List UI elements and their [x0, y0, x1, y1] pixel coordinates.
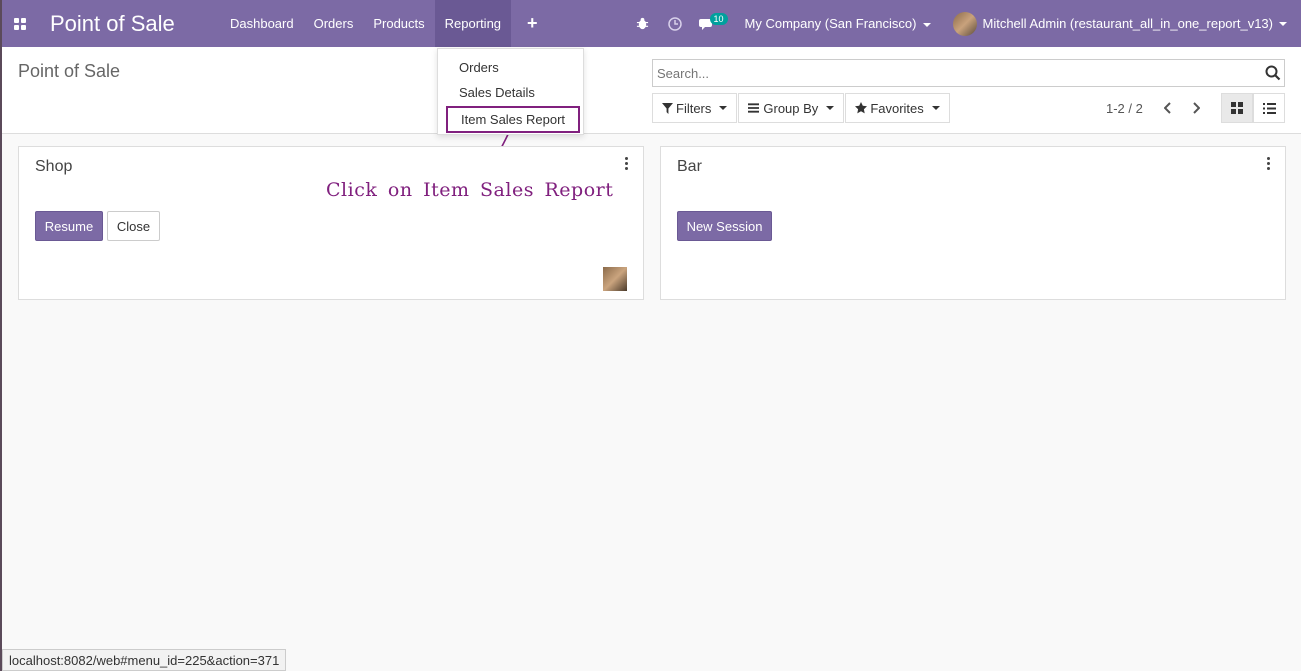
control-panel: Point of Sale Filters Group By Favorites…	[2, 47, 1301, 134]
company-name: My Company (San Francisco)	[744, 16, 917, 31]
groupby-label: Group By	[763, 100, 819, 116]
filter-icon	[662, 102, 673, 114]
annotation-text: Click on Item Sales Report	[326, 179, 614, 201]
kanban-view-icon[interactable]	[1221, 93, 1253, 123]
top-navbar: Point of Sale Dashboard Orders Products …	[2, 0, 1301, 47]
menu-dashboard[interactable]: Dashboard	[220, 0, 304, 47]
card-title: Shop	[35, 158, 73, 175]
chevron-down-icon	[719, 106, 728, 110]
kebab-menu-icon[interactable]	[625, 157, 629, 170]
list-view-icon[interactable]	[1253, 93, 1285, 123]
chevron-down-icon	[826, 106, 835, 110]
star-icon	[855, 102, 868, 114]
reporting-dropdown: Orders Sales Details Item Sales Report	[437, 48, 584, 135]
favorites-button[interactable]: Favorites	[845, 93, 950, 123]
search-icon[interactable]	[1265, 65, 1281, 81]
pager-value[interactable]: 1-2 / 2	[1106, 101, 1143, 116]
filters-button[interactable]: Filters	[652, 93, 738, 123]
dropdown-item-sales-details[interactable]: Sales Details	[459, 85, 535, 100]
avatar	[952, 11, 977, 36]
dropdown-item-orders[interactable]: Orders	[459, 60, 499, 75]
chevron-down-icon	[1279, 21, 1287, 26]
search-input[interactable]	[653, 60, 1253, 86]
menu-reporting[interactable]: Reporting	[434, 0, 512, 47]
messages-badge: 10	[709, 13, 728, 25]
menu-products[interactable]: Products	[363, 0, 434, 47]
close-button[interactable]: Close	[107, 211, 160, 241]
kebab-menu-icon[interactable]	[1267, 157, 1271, 170]
groupby-button[interactable]: Group By	[738, 93, 845, 123]
apps-menu-icon[interactable]	[2, 0, 38, 47]
search-options: Filters Group By Favorites	[652, 93, 951, 123]
pos-card-bar: Bar New Session	[660, 146, 1286, 300]
clock-icon[interactable]	[659, 0, 691, 47]
favorites-label: Favorites	[870, 100, 924, 116]
user-name: Mitchell Admin (restaurant_all_in_one_re…	[982, 16, 1274, 31]
company-switcher[interactable]: My Company (San Francisco)	[733, 16, 943, 31]
view-switcher	[1221, 93, 1285, 123]
app-title[interactable]: Point of Sale	[50, 11, 220, 37]
chevron-down-icon	[931, 106, 940, 110]
search-bar	[652, 59, 1285, 87]
status-url: localhost:8082/web#menu_id=225&action=37…	[2, 649, 287, 671]
pos-card-shop: Shop Resume Close	[18, 146, 644, 300]
messages-icon[interactable]: 10	[691, 0, 728, 47]
avatar	[603, 267, 627, 291]
filters-label: Filters	[676, 100, 712, 116]
chevron-down-icon	[922, 22, 931, 27]
new-session-button[interactable]: New Session	[677, 211, 772, 241]
breadcrumb: Point of Sale	[18, 61, 121, 81]
resume-button[interactable]: Resume	[35, 211, 103, 241]
chevron-right-icon[interactable]	[1182, 97, 1210, 119]
pager-arrows	[1154, 97, 1210, 119]
list-icon	[748, 103, 760, 113]
user-menu[interactable]: Mitchell Admin (restaurant_all_in_one_re…	[943, 11, 1301, 36]
card-title: Bar	[677, 158, 702, 175]
bug-icon[interactable]	[627, 0, 659, 47]
plus-icon[interactable]: +	[511, 0, 554, 47]
systray: 10 My Company (San Francisco) Mitchell A…	[627, 0, 1301, 47]
chevron-left-icon[interactable]	[1154, 97, 1182, 119]
main-menu: Dashboard Orders Products Reporting +	[220, 0, 554, 47]
menu-orders[interactable]: Orders	[304, 0, 364, 47]
dropdown-item-item-sales-report[interactable]: Item Sales Report	[446, 106, 581, 133]
